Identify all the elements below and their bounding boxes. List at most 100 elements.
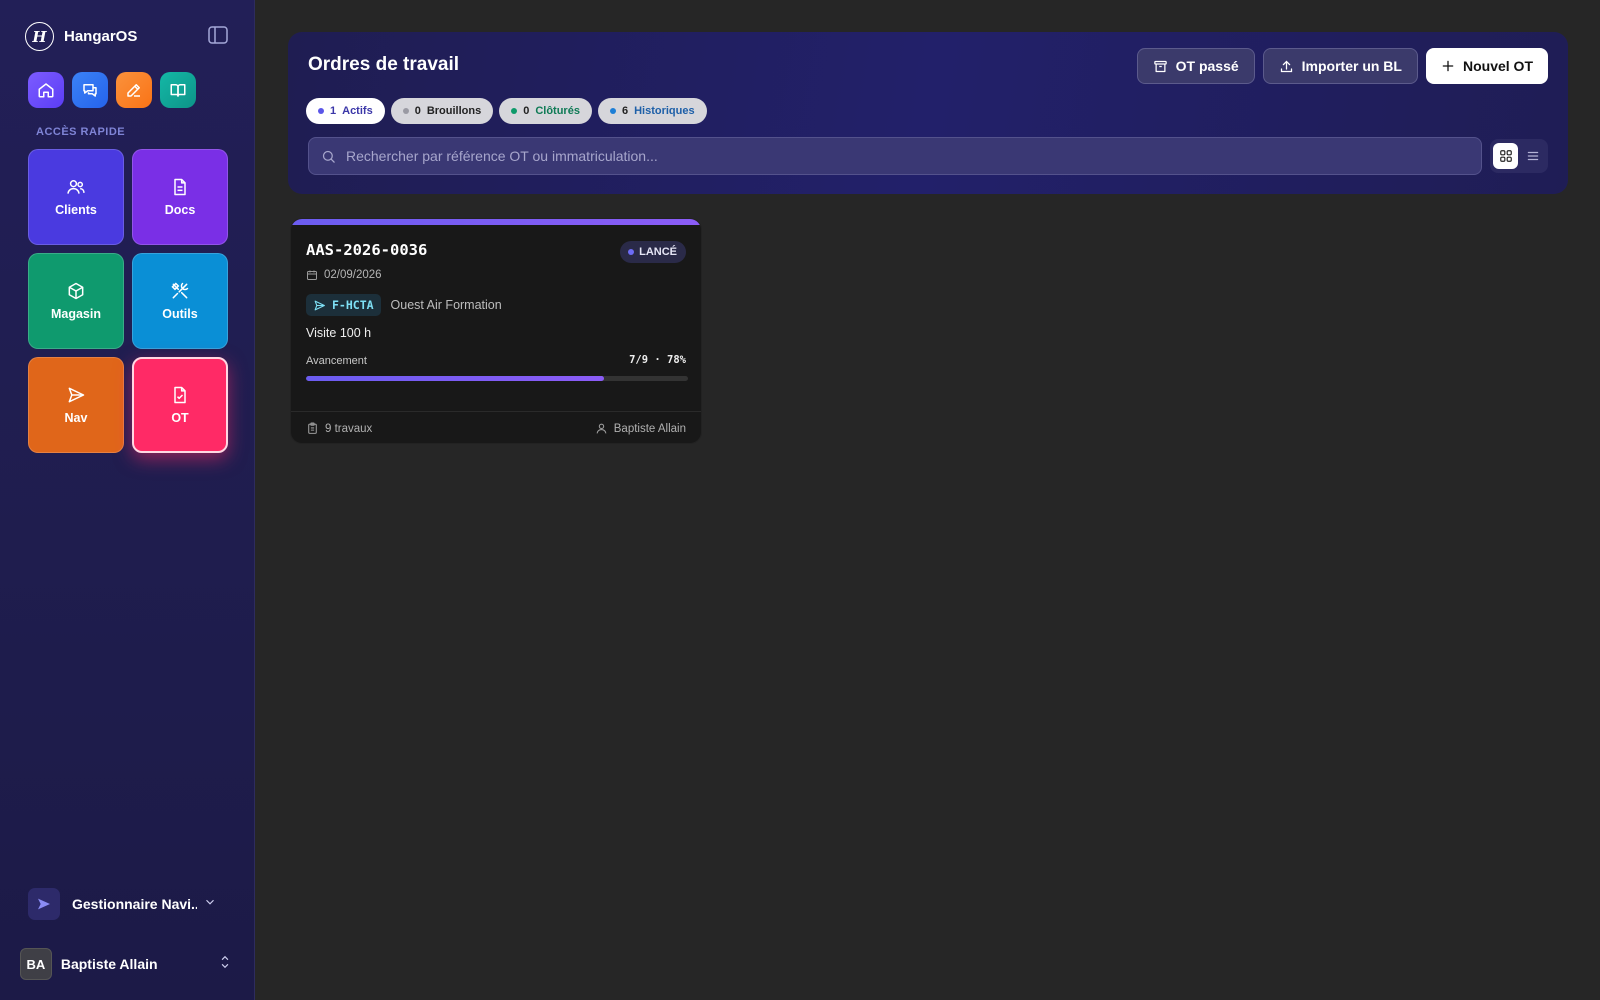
tile-ot[interactable]: OT: [132, 357, 228, 453]
chevron-down-icon: [203, 895, 217, 914]
archive-icon: [1153, 60, 1167, 72]
tile-label: Clients: [55, 203, 97, 217]
tile-label: Docs: [164, 203, 196, 217]
view-toggle: [1490, 139, 1548, 173]
assignee: Baptiste Allain: [595, 422, 686, 435]
tab-label: Clôturés: [535, 105, 580, 117]
user-icon: [596, 423, 607, 434]
import-bl-label: Importer un BL: [1301, 58, 1402, 74]
list-view-button[interactable]: [1520, 143, 1545, 169]
aircraft-row: F-HCTA Ouest Air Formation: [306, 294, 502, 316]
tab-count: 6: [621, 105, 629, 117]
list-icon: [1527, 151, 1538, 161]
past-ot-label: OT passé: [1175, 58, 1239, 74]
tab-brouillons[interactable]: 0 Brouillons: [390, 98, 494, 124]
tile-magasin[interactable]: Magasin: [28, 253, 124, 349]
grid-icon: [1499, 150, 1512, 162]
status-badge: LANCÉ: [620, 241, 686, 263]
tab-historiques[interactable]: 6 Historiques: [597, 98, 707, 124]
send-icon: [28, 888, 60, 920]
send-icon: [68, 387, 85, 403]
progress-value: 7/9 · 78%: [629, 354, 686, 366]
status-tabs: 1 Actifs 0 Brouillons 0 Clôturés 6 Histo…: [306, 98, 707, 124]
assignee-name: Baptiste Allain: [613, 422, 686, 435]
org-name: Gestionnaire Navi...: [72, 896, 197, 912]
brand[interactable]: H HangarOS: [25, 22, 137, 51]
plus-icon: [1442, 60, 1454, 72]
progress-label: Avancement: [306, 355, 367, 367]
search-input[interactable]: [346, 148, 1446, 164]
file-check-icon: [174, 386, 186, 404]
work-orders-header: Ordres de travail OT passé Importer un B…: [288, 32, 1568, 194]
tile-label: OT: [171, 411, 189, 425]
new-ot-label: Nouvel OT: [1462, 58, 1533, 74]
tab-count: 0: [414, 105, 421, 117]
edit-button[interactable]: [116, 72, 152, 108]
book-button[interactable]: [160, 72, 196, 108]
header-actions: OT passé Importer un BL Nouvel OT: [1136, 48, 1548, 84]
status-dot: [511, 108, 518, 114]
work-order-ref: AAS-2026-0036: [306, 241, 428, 259]
past-ot-button[interactable]: OT passé: [1136, 48, 1255, 84]
tools-icon: [171, 282, 189, 299]
org-switcher[interactable]: Gestionnaire Navi...: [28, 888, 228, 920]
upload-icon: [1280, 60, 1292, 72]
clipboard-icon: [308, 422, 317, 434]
search-bar: [308, 137, 1482, 175]
page-title: Ordres de travail: [308, 54, 460, 75]
user-name: Baptiste Allain: [60, 956, 158, 972]
status-dot: [318, 108, 324, 114]
box-icon: [68, 282, 84, 300]
new-ot-button[interactable]: Nouvel OT: [1425, 48, 1548, 84]
quick-access-tiles: Clients Docs Magasin Outils Nav OT: [28, 149, 228, 453]
tab-label: Brouillons: [426, 105, 482, 117]
card-footer: 9 travaux Baptiste Allain: [291, 411, 701, 443]
home-icon: [38, 83, 54, 98]
avatar: BA: [20, 948, 52, 980]
send-icon: [314, 300, 325, 310]
calendar-icon: [307, 270, 317, 280]
tab-actifs[interactable]: 1 Actifs: [306, 98, 385, 124]
tab-count: 1: [330, 105, 337, 117]
user-menu[interactable]: BA Baptiste Allain: [20, 948, 232, 980]
grid-view-button[interactable]: [1493, 143, 1518, 169]
status-label: LANCÉ: [639, 246, 677, 258]
task-count-text: 9 travaux: [325, 422, 373, 435]
quick-access-label: ACCÈS RAPIDE: [36, 126, 126, 138]
import-bl-button[interactable]: Importer un BL: [1262, 48, 1418, 84]
tile-docs[interactable]: Docs: [132, 149, 228, 245]
chat-icon: [83, 84, 97, 97]
card-accent-bar: [291, 219, 701, 225]
tile-label: Outils: [162, 307, 198, 321]
quick-icons: [28, 72, 196, 108]
registration-text: F-HCTA: [332, 298, 374, 312]
edit-icon: [127, 84, 140, 97]
status-dot: [628, 249, 635, 255]
tile-clients[interactable]: Clients: [28, 149, 124, 245]
tile-label: Magasin: [50, 307, 101, 321]
app-name: HangarOS: [64, 28, 138, 45]
tab-count: 0: [523, 105, 530, 117]
work-order-card[interactable]: AAS-2026-0036 LANCÉ 02/09/2026 F-HCTA Ou…: [290, 218, 702, 444]
tab-label: Historiques: [634, 105, 695, 117]
progress-bar: [306, 376, 688, 381]
sidebar-toggle-icon[interactable]: [208, 26, 228, 44]
tab-label: Actifs: [342, 105, 373, 117]
home-button[interactable]: [28, 72, 64, 108]
tile-outils[interactable]: Outils: [132, 253, 228, 349]
work-order-date: 02/09/2026: [306, 269, 382, 281]
task-count: 9 travaux: [306, 422, 372, 435]
date-text: 02/09/2026: [324, 269, 382, 281]
tile-nav[interactable]: Nav: [28, 357, 124, 453]
tab-clotures[interactable]: 0 Clôturés: [499, 98, 592, 124]
registration-badge[interactable]: F-HCTA: [306, 294, 381, 316]
hangaros-logo-icon: H: [25, 22, 54, 51]
status-dot: [402, 108, 409, 114]
chevron-up-down-icon: [218, 954, 232, 975]
status-dot: [609, 108, 616, 114]
sidebar: H HangarOS ACCÈS RAPIDE Clients Docs Mag…: [0, 0, 255, 1000]
chat-button[interactable]: [72, 72, 108, 108]
work-order-title: Visite 100 h: [306, 326, 372, 340]
search-icon: [322, 150, 335, 163]
client-name: Ouest Air Formation: [390, 298, 502, 312]
